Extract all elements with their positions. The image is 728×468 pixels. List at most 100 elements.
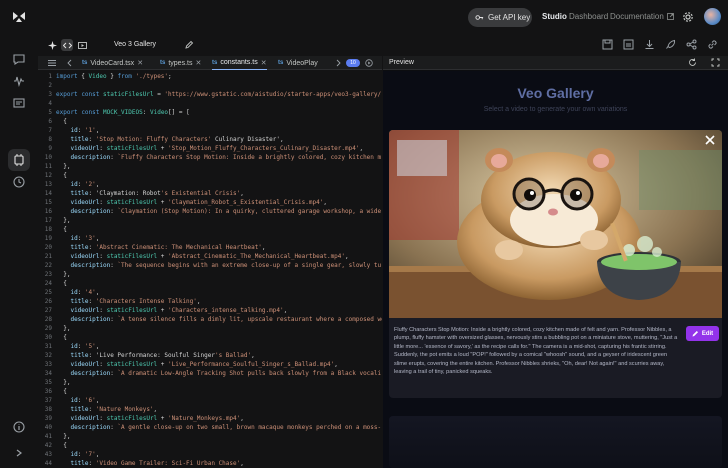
line-code: }, [56,379,71,386]
gallery-title: Veo Gallery [517,85,594,101]
line-number: 27 [44,307,52,314]
close-tab-icon[interactable]: ✕ [195,59,201,67]
line-code: { [56,172,67,179]
line-number: 4 [48,100,52,107]
line-number: 22 [44,262,52,269]
code-editor[interactable]: 1 import { Video } from './types'; 2 3 expor… [38,70,382,468]
line-number: 44 [44,460,52,467]
left-navigation-rail [0,34,38,468]
line-code: { [56,226,67,233]
line-number: 31 [44,343,52,350]
close-tab-icon[interactable]: ✕ [137,59,143,67]
tab-constants[interactable]: ts constants.ts ✕ [212,56,267,70]
line-code: export const MOCK_VIDEOS: Video[] = [ [56,109,190,116]
edit-video-button[interactable]: Edit [686,326,719,341]
line-number: 8 [48,136,52,143]
tab-types[interactable]: ts types.ts ✕ [160,56,201,70]
line-number: 28 [44,316,52,323]
tab-videoplayer[interactable]: ts VideoPlay [278,56,318,70]
line-code: }, [56,325,71,332]
stream-icon[interactable] [12,74,26,88]
refresh-icon[interactable] [688,58,697,67]
line-number: 15 [44,199,52,206]
edit-title-pencil-icon[interactable] [185,40,194,49]
line-number: 7 [48,127,52,134]
line-number: 29 [44,325,52,332]
info-icon[interactable] [12,420,26,434]
build-apps-icon[interactable] [12,153,26,167]
settings-gear-icon[interactable] [682,11,694,23]
line-code: videoUrl: staticFilesUrl + 'Abstract_Cin… [70,253,349,260]
deploy-rocket-icon[interactable] [665,39,676,50]
line-number: 5 [48,109,52,116]
preview-header: Preview [383,56,728,70]
line-number: 30 [44,334,52,341]
line-number: 37 [44,397,52,404]
run-circle-icon[interactable] [365,59,373,67]
line-number: 39 [44,415,52,422]
get-api-key-button[interactable]: Get API key [468,8,532,27]
external-link-icon [666,13,674,20]
line-code: }, [56,217,71,224]
code-view-icon[interactable] [61,39,73,51]
tab-videocard[interactable]: ts VideoCard.tsx ✕ [82,56,143,70]
save-copy-icon[interactable] [623,39,634,50]
line-code: }, [56,163,71,170]
close-modal-icon[interactable] [704,134,716,146]
nav-dashboard[interactable]: Dashboard [569,12,608,21]
line-code: title: 'Live Performance: Soulful Singer… [70,352,255,359]
tabs-scroll-left-icon[interactable] [66,59,74,67]
line-number: 11 [44,163,52,170]
line-number: 24 [44,280,52,287]
typescript-file-icon: ts [278,60,284,66]
link-icon[interactable] [707,39,718,50]
line-number: 13 [44,181,52,188]
nav-studio[interactable]: Studio [542,12,567,21]
line-number: 21 [44,253,52,260]
download-icon[interactable] [644,39,655,50]
nav-documentation[interactable]: Documentation [610,12,674,21]
file-list-icon[interactable] [48,59,56,67]
history-icon[interactable] [12,175,26,189]
chat-icon[interactable] [12,52,26,66]
hamster-chef-video-frame [389,130,722,318]
line-number: 34 [44,370,52,377]
preview-pane: Preview Veo Gallery Select a video to ge… [383,56,728,468]
tab-count-badge: 10 [346,59,360,67]
line-code: videoUrl: staticFilesUrl + 'Nature_Monke… [70,415,244,422]
gallery-subtitle: Select a video to generate your own vari… [483,106,628,113]
line-code: { [56,334,67,341]
line-code: title: 'Nature Monkeys', [70,406,158,413]
line-code: videoUrl: staticFilesUrl + 'Live_Perform… [70,361,338,368]
ai-studio-logo-icon[interactable] [12,10,26,24]
fullscreen-icon[interactable] [711,58,720,67]
user-avatar[interactable] [704,8,721,25]
preview-title: Preview [389,59,414,66]
line-number: 33 [44,361,52,368]
line-code: export const staticFilesUrl = 'https://w… [56,91,382,98]
line-number: 6 [48,118,52,125]
tabs-scroll-right-icon[interactable] [334,59,342,67]
line-code: description: `The sequence begins with a… [70,262,382,269]
share-icon[interactable] [686,39,697,50]
video-player[interactable] [389,130,722,318]
line-number: 23 [44,271,52,278]
line-code: description: `A gentle close-up on two s… [70,424,382,431]
line-number: 9 [48,145,52,152]
line-code: title: 'Characters Intense Talking', [70,298,201,305]
line-code: id: '4', [70,289,100,296]
gallery-grid-backdrop [389,416,722,468]
save-icon[interactable] [602,39,613,50]
line-code: { [56,118,67,125]
tab-label: VideoCard.tsx [90,59,135,67]
line-code: id: '7', [70,451,100,458]
line-code: import { Video } from './types'; [56,73,172,80]
media-icon[interactable] [12,96,26,110]
close-tab-icon[interactable]: ✕ [261,59,267,67]
preview-view-icon[interactable] [76,39,88,51]
sparkle-icon[interactable] [46,39,58,51]
line-code: { [56,442,67,449]
expand-chevron-icon[interactable] [12,446,26,460]
line-number: 2 [48,82,52,89]
line-code: }, [56,433,71,440]
